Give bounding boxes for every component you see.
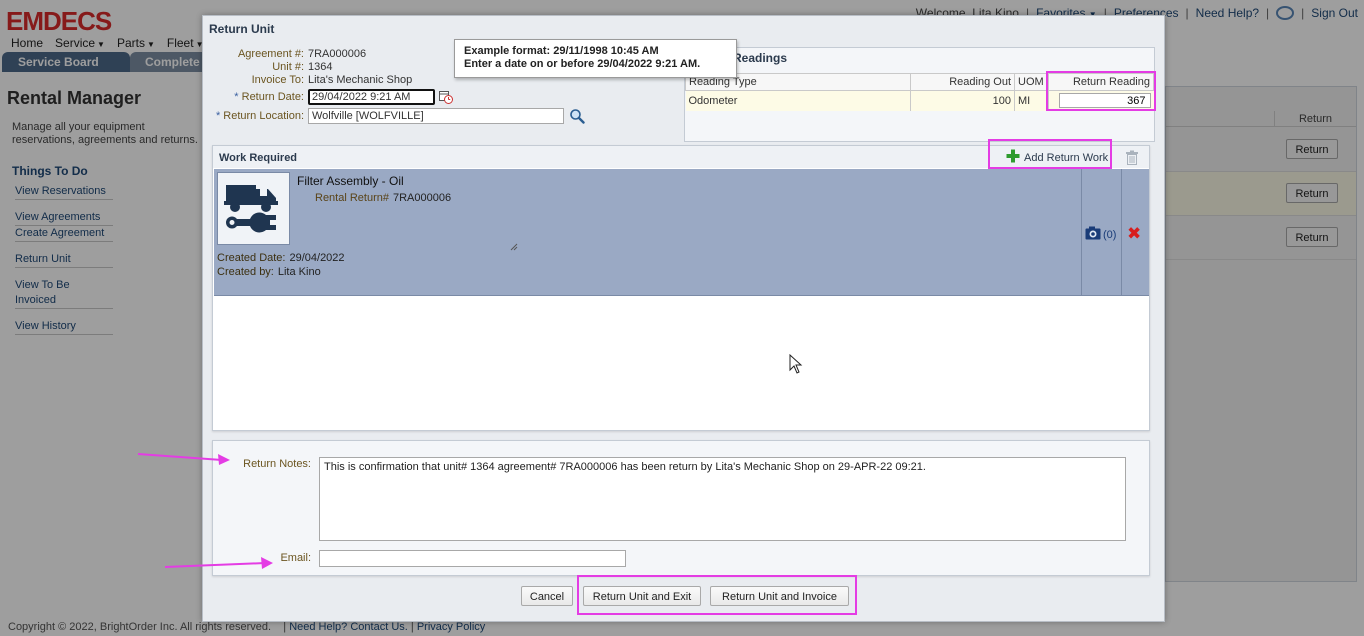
tooltip-line-1: Example format: 29/11/1998 10:45 AM [464, 45, 659, 57]
return-location-row: * Return Location: [203, 107, 585, 125]
reading-type-cell: Odometer [685, 90, 911, 111]
arrow-to-return-notes [137, 453, 230, 465]
readings-title: Readings [733, 51, 788, 65]
highlight-return-reading [1046, 71, 1156, 111]
work-item-row[interactable]: Filter Assembly - Oil Rental Return# 7RA0… [214, 169, 1149, 296]
email-field[interactable] [319, 550, 626, 567]
agreement-value: 7RA000006 [308, 48, 367, 60]
reading-out-cell: 100 [910, 90, 1015, 111]
camera-icon [1085, 226, 1101, 243]
invoice-label: Invoice To: [251, 74, 304, 86]
rental-return-ref: Rental Return# 7RA000006 [315, 192, 452, 204]
dialog-title: Return Unit [209, 22, 275, 36]
unit-label: Unit #: [272, 61, 304, 73]
work-required-title: Work Required [219, 152, 298, 164]
tooltip-line-2: Enter a date on or before 29/04/2022 9:2… [464, 58, 701, 70]
return-notes-textarea[interactable]: This is confirmation that unit# 1364 agr… [319, 457, 1126, 541]
photo-button[interactable]: (0) [1085, 226, 1116, 243]
return-date-row: * Return Date: [203, 88, 453, 106]
uom-cell: MI [1014, 90, 1049, 111]
return-date-label: * Return Date: [234, 91, 304, 103]
calendar-clock-icon[interactable] [439, 90, 453, 104]
cancel-button[interactable]: Cancel [521, 586, 573, 606]
unit-row: Unit #: 1364 [203, 60, 332, 74]
truck-wrench-icon [217, 172, 290, 245]
highlight-add-return-work [988, 139, 1112, 169]
search-icon[interactable] [569, 108, 585, 124]
resize-grip-icon[interactable] [510, 243, 518, 251]
work-required-panel: Work Required Add Return Work Filter Ass… [212, 145, 1150, 431]
unit-value: 1364 [308, 61, 333, 73]
return-unit-dialog: Return Unit Agreement #: 7RA000006 Unit … [202, 15, 1165, 622]
col-uom: UOM [1014, 73, 1049, 91]
work-item-created: Created Date: 29/04/2022 Created by: Lita … [217, 252, 345, 278]
trash-icon[interactable] [1125, 150, 1141, 165]
invoice-value: Lita's Mechanic Shop [308, 74, 413, 86]
invoice-row: Invoice To: Lita's Mechanic Shop [203, 73, 413, 87]
work-item-name: Filter Assembly - Oil [297, 174, 404, 188]
delete-x-icon[interactable]: ✖ [1127, 224, 1141, 244]
col-reading-out: Reading Out [910, 73, 1015, 91]
arrow-to-email [164, 557, 273, 569]
return-notes-panel: Return Notes: This is confirmation that … [212, 440, 1150, 576]
return-date-input[interactable] [308, 89, 435, 105]
agreement-row: Agreement #: 7RA000006 [203, 47, 366, 61]
agreement-label: Agreement #: [237, 48, 304, 60]
return-location-label: * Return Location: [215, 110, 304, 122]
date-format-tooltip: Example format: 29/11/1998 10:45 AM Ente… [454, 39, 737, 78]
mouse-cursor-icon [789, 354, 803, 374]
highlight-return-buttons [577, 575, 857, 615]
return-location-input[interactable] [308, 108, 564, 124]
